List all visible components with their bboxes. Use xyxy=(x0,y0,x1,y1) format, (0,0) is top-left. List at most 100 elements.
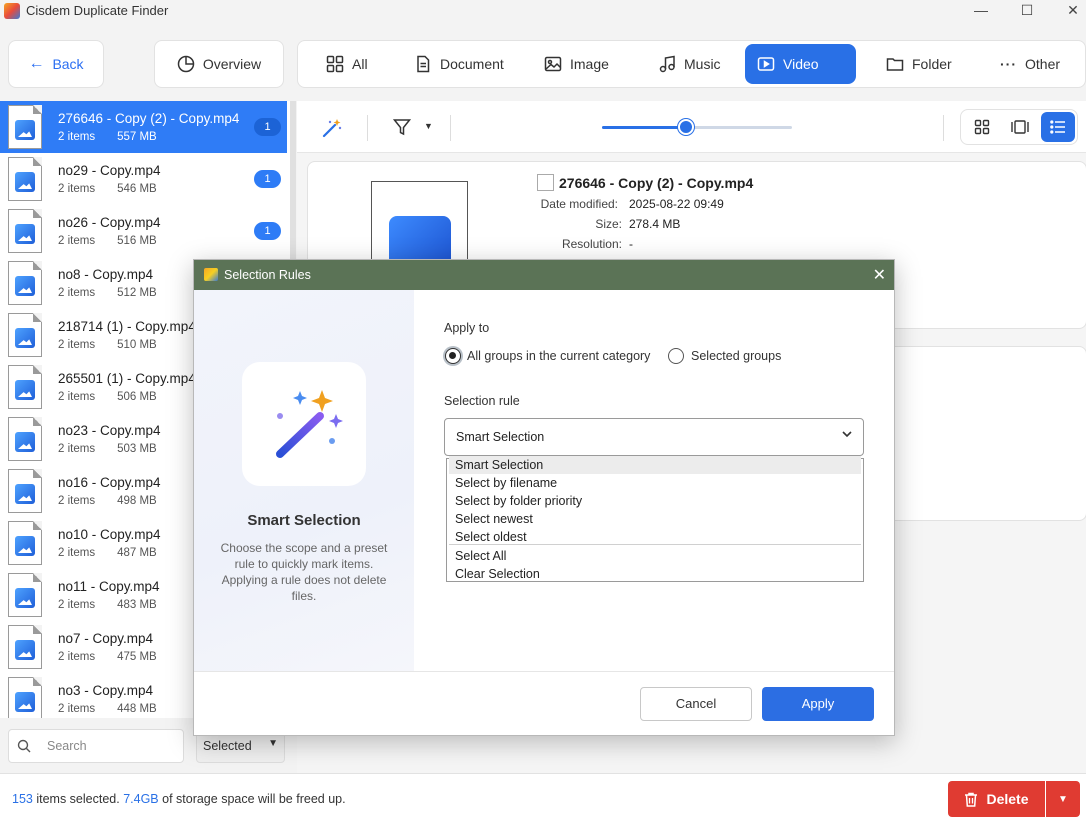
image-icon xyxy=(15,536,35,556)
close-window-button[interactable]: ✕ xyxy=(1050,0,1086,22)
minimize-button[interactable]: — xyxy=(958,0,1004,22)
delete-options-button[interactable]: ▼ xyxy=(1046,781,1080,817)
smart-selection-description: Choose the scope and a preset rule to qu… xyxy=(220,541,388,603)
selected-count-text: items selected. xyxy=(36,792,120,806)
image-icon xyxy=(15,380,35,400)
slider-handle[interactable] xyxy=(677,119,694,135)
group-name: no8 - Copy.mp4 xyxy=(58,267,154,282)
group-size: 516 MB xyxy=(117,235,157,247)
list-view-button[interactable] xyxy=(1041,112,1075,142)
tab-document[interactable]: Document xyxy=(402,44,516,84)
video-file-icon xyxy=(8,313,42,357)
group-name: no26 - Copy.mp4 xyxy=(58,215,161,230)
group-item-count: 2 items xyxy=(58,339,96,351)
group-name: no10 - Copy.mp4 xyxy=(58,527,161,542)
video-file-icon xyxy=(8,417,42,461)
image-icon xyxy=(15,224,35,244)
group-meta: 2 items 503 MB xyxy=(58,443,157,455)
tab-music[interactable]: Music xyxy=(646,44,733,84)
image-icon xyxy=(544,55,562,73)
chevron-down-icon: ▼ xyxy=(268,738,278,749)
group-size: 506 MB xyxy=(117,391,157,403)
group-meta: 2 items 498 MB xyxy=(58,495,157,507)
image-icon xyxy=(15,276,35,296)
window-title: Cisdem Duplicate Finder xyxy=(26,3,169,18)
file-checkbox[interactable] xyxy=(537,174,554,191)
maximize-button[interactable]: ☐ xyxy=(1004,0,1050,22)
carousel-view-icon xyxy=(1011,120,1029,134)
group-row[interactable]: no29 - Copy.mp4 2 items 546 MB 1 xyxy=(0,153,287,205)
tab-folder-label: Folder xyxy=(912,56,952,72)
group-item-count: 2 items xyxy=(58,287,96,299)
tab-image[interactable]: Image xyxy=(532,44,621,84)
more-dots-icon: ··· xyxy=(1000,56,1017,72)
option-clear-selection[interactable]: Clear Selection xyxy=(449,565,861,583)
radio-selected-groups-label[interactable]: Selected groups xyxy=(691,349,781,363)
cancel-button[interactable]: Cancel xyxy=(640,687,752,721)
radio-all-groups[interactable] xyxy=(445,348,461,364)
group-size: 475 MB xyxy=(117,651,157,663)
selected-count-badge: 1 xyxy=(254,118,281,136)
tab-document-label: Document xyxy=(440,56,504,72)
tab-all[interactable]: All xyxy=(314,44,380,84)
filter-dropdown-caret-icon[interactable]: ▼ xyxy=(424,121,433,131)
folder-icon xyxy=(886,55,904,73)
group-item-count: 2 items xyxy=(58,391,96,403)
smart-selection-title: Smart Selection xyxy=(247,512,361,529)
group-name: no11 - Copy.mp4 xyxy=(58,579,160,594)
selection-rule-select[interactable]: Smart Selection xyxy=(444,418,864,456)
option-select-all[interactable]: Select All xyxy=(449,547,861,565)
apply-to-label: Apply to xyxy=(444,321,490,335)
freed-space: 7.4GB xyxy=(123,792,159,806)
carousel-view-button[interactable] xyxy=(1003,112,1037,142)
apply-button[interactable]: Apply xyxy=(762,687,874,721)
video-file-icon xyxy=(8,105,42,149)
date-modified-label: Date modified: xyxy=(540,197,618,211)
option-smart-selection[interactable]: Smart Selection xyxy=(449,456,861,474)
smart-selection-illustration xyxy=(242,362,366,486)
tab-other-label: Other xyxy=(1025,56,1061,72)
list-view-icon xyxy=(1050,120,1065,134)
toolbar-divider xyxy=(450,115,451,141)
tab-folder[interactable]: Folder xyxy=(874,44,964,84)
selection-rule-options: Smart Selection Select by filename Selec… xyxy=(446,456,864,583)
group-meta: 2 items 487 MB xyxy=(58,547,157,559)
grid-view-icon xyxy=(974,119,990,135)
search-icon xyxy=(17,739,31,753)
group-name: no3 - Copy.mp4 xyxy=(58,683,154,698)
group-meta: 2 items 516 MB xyxy=(58,235,157,247)
back-button[interactable]: ← Back xyxy=(8,40,104,88)
option-by-folder-priority[interactable]: Select by folder priority xyxy=(449,492,861,510)
dialog-close-button[interactable]: ✕ xyxy=(873,265,886,285)
tab-video[interactable]: Video xyxy=(745,44,856,84)
image-icon xyxy=(15,640,35,660)
overview-button[interactable]: Overview xyxy=(154,40,284,88)
selection-rules-dialog: Selection Rules ✕ Smart Selection Choose… xyxy=(193,259,895,736)
search-input[interactable]: Search xyxy=(8,729,184,763)
group-row[interactable]: 276646 - Copy (2) - Copy.mp4 2 items 557 M… xyxy=(0,101,287,153)
resolution-value: - xyxy=(629,237,633,251)
dialog-title-bar: Selection Rules ✕ xyxy=(194,260,894,290)
group-name: no29 - Copy.mp4 xyxy=(58,163,161,178)
arrow-left-icon: ← xyxy=(28,55,45,72)
group-item-count: 2 items xyxy=(58,495,96,507)
radio-all-groups-label[interactable]: All groups in the current category xyxy=(467,349,650,363)
group-item-count: 2 items xyxy=(58,599,96,611)
app-logo-icon xyxy=(204,268,218,281)
tab-other[interactable]: ··· Other xyxy=(988,44,1072,84)
view-mode-group xyxy=(960,109,1078,145)
filter-icon[interactable] xyxy=(392,118,412,139)
filter-select-value: Selected xyxy=(203,739,252,753)
image-icon xyxy=(15,172,35,192)
group-row[interactable]: no26 - Copy.mp4 2 items 516 MB 1 xyxy=(0,205,287,257)
grid-view-button[interactable] xyxy=(965,112,999,142)
delete-button[interactable]: Delete xyxy=(948,781,1045,817)
option-by-filename[interactable]: Select by filename xyxy=(449,474,861,492)
video-file-icon xyxy=(8,573,42,617)
group-item-count: 2 items xyxy=(58,651,96,663)
magic-wand-icon[interactable] xyxy=(321,117,343,142)
radio-selected-groups[interactable] xyxy=(668,348,684,364)
group-meta: 2 items 510 MB xyxy=(58,339,157,351)
option-newest[interactable]: Select newest xyxy=(449,510,861,528)
group-name: 265501 (1) - Copy.mp4 xyxy=(58,371,196,386)
